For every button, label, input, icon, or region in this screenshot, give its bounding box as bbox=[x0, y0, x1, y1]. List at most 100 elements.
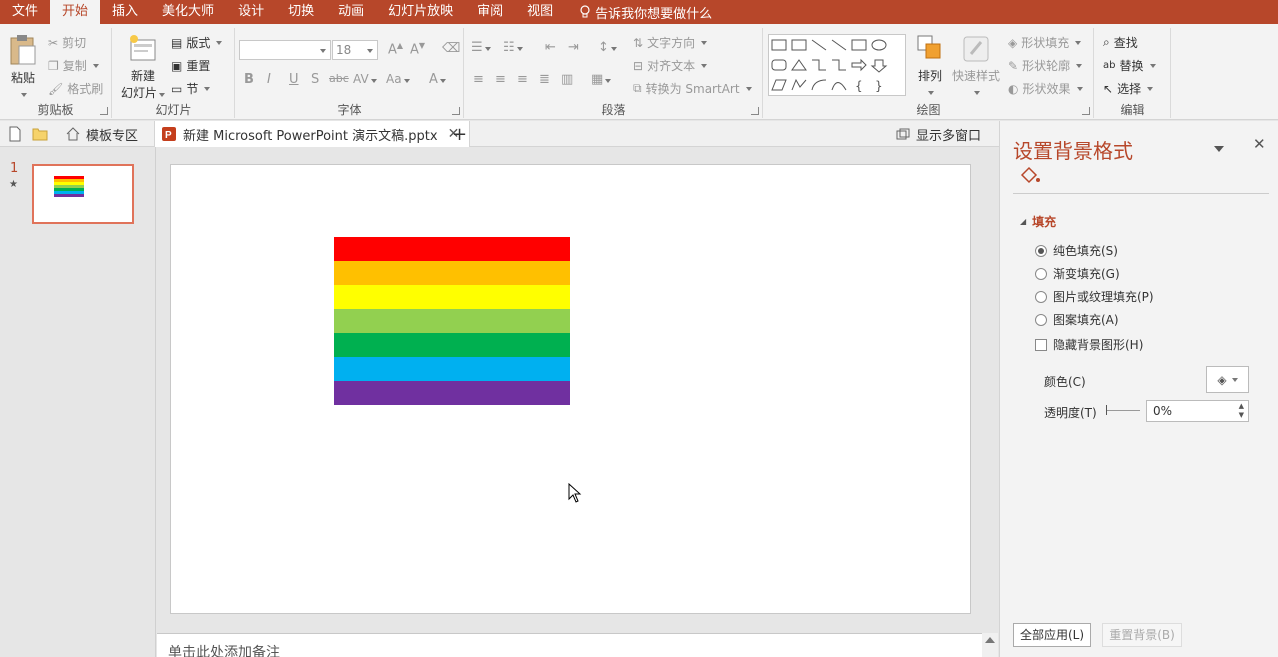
bold-button[interactable]: B bbox=[244, 72, 254, 87]
pattern-fill-radio[interactable] bbox=[1035, 313, 1047, 326]
add-tab-icon[interactable]: + bbox=[446, 121, 473, 147]
grow-font-button[interactable]: A▲ bbox=[388, 41, 403, 57]
format-painter-button[interactable]: 🖌 格式刷 bbox=[48, 80, 103, 97]
spinner-arrows-icon[interactable]: ▲ ▼ bbox=[1239, 402, 1244, 420]
apply-all-button[interactable]: 全部应用(L) bbox=[1013, 623, 1091, 647]
shape-outline-button[interactable]: ✎ 形状轮廓 bbox=[1008, 57, 1083, 74]
slide-stripe-5[interactable] bbox=[334, 333, 570, 357]
copy-button[interactable]: ❐ 复制 bbox=[48, 57, 99, 74]
vertical-scrollbar[interactable] bbox=[982, 633, 998, 657]
shape-effects-button[interactable]: ◐ 形状效果 bbox=[1008, 80, 1083, 97]
menu-design[interactable]: 设计 bbox=[226, 0, 276, 24]
slide-stripe-6[interactable] bbox=[334, 357, 570, 381]
menu-view[interactable]: 视图 bbox=[515, 0, 565, 24]
tell-me-box[interactable]: 告诉我你想要做什么 bbox=[565, 3, 712, 22]
transparency-slider[interactable] bbox=[1106, 403, 1140, 417]
char-spacing-button[interactable]: AV bbox=[353, 72, 377, 86]
clipboard-launcher-icon[interactable] bbox=[100, 107, 108, 115]
rainbow-rectangles[interactable] bbox=[334, 237, 570, 405]
paste-button[interactable]: 粘贴 bbox=[6, 34, 40, 100]
slide-stripe-2[interactable] bbox=[334, 261, 570, 285]
notes-area[interactable]: 单击此处添加备注 bbox=[157, 633, 982, 657]
slide-stripe-1[interactable] bbox=[334, 237, 570, 261]
shapes-gallery[interactable]: {} bbox=[768, 34, 906, 96]
hide-bg-graphics-option[interactable]: 隐藏背景图形(H) bbox=[1035, 336, 1143, 353]
justify-icon[interactable]: ≣ bbox=[539, 72, 550, 87]
slide-stripe-4[interactable] bbox=[334, 309, 570, 333]
align-center-icon[interactable]: ≡ bbox=[495, 72, 506, 87]
decrease-indent-icon[interactable]: ⇤ bbox=[545, 40, 556, 55]
line-spacing-icon[interactable]: ↕ bbox=[598, 40, 617, 55]
menu-transitions[interactable]: 切换 bbox=[276, 0, 326, 24]
menu-insert[interactable]: 插入 bbox=[100, 0, 150, 24]
shape-fill-button[interactable]: ◈ 形状填充 bbox=[1008, 34, 1082, 51]
reset-background-button[interactable]: 重置背景(B) bbox=[1102, 623, 1182, 647]
quick-styles-button[interactable]: 快速样式 bbox=[950, 34, 1002, 98]
reset-button[interactable]: ▣ 重置 bbox=[171, 57, 210, 74]
drawing-launcher-icon[interactable] bbox=[1082, 107, 1090, 115]
select-button[interactable]: ↖ 选择 bbox=[1103, 80, 1154, 97]
font-name-combo[interactable] bbox=[239, 40, 331, 60]
tab-document[interactable]: P 新建 Microsoft PowerPoint 演示文稿.pptx ✕ bbox=[154, 121, 470, 147]
align-left-icon[interactable]: ≡ bbox=[473, 72, 484, 87]
increase-indent-icon[interactable]: ⇥ bbox=[568, 40, 579, 55]
numbering-icon[interactable]: ☷ bbox=[503, 40, 523, 55]
cut-button[interactable]: ✂ 剪切 bbox=[48, 34, 86, 51]
font-color-button[interactable]: A bbox=[429, 72, 446, 87]
new-slide-button[interactable]: 新建 幻灯片 bbox=[117, 34, 169, 101]
section-button[interactable]: ▭ 节 bbox=[171, 80, 211, 97]
shadow-button[interactable]: S bbox=[311, 72, 319, 87]
align-text-button[interactable]: ⊟ 对齐文本 bbox=[633, 57, 708, 74]
menu-file[interactable]: 文件 bbox=[0, 0, 50, 24]
scroll-up-icon[interactable] bbox=[985, 637, 995, 643]
color-picker-button[interactable]: ◈ bbox=[1206, 366, 1249, 393]
font-launcher-icon[interactable] bbox=[452, 107, 460, 115]
paint-bucket-icon: ◈ bbox=[1217, 372, 1227, 387]
solid-fill-radio[interactable] bbox=[1035, 244, 1047, 257]
change-case-button[interactable]: Aa bbox=[386, 72, 410, 86]
menu-beautify[interactable]: 美化大师 bbox=[150, 0, 226, 24]
slide-canvas[interactable] bbox=[170, 164, 971, 614]
replace-button[interactable]: ab 替换 bbox=[1103, 57, 1156, 74]
strikethrough-button[interactable]: abc bbox=[329, 72, 349, 85]
menu-review[interactable]: 审阅 bbox=[465, 0, 515, 24]
underline-button[interactable]: U bbox=[289, 72, 299, 87]
fill-bucket-icon[interactable] bbox=[1018, 165, 1042, 187]
gradient-fill-radio[interactable] bbox=[1035, 267, 1047, 280]
hide-bg-graphics-checkbox[interactable] bbox=[1035, 338, 1047, 351]
tab-template-zone[interactable]: 模板专区 bbox=[60, 121, 144, 147]
new-document-icon[interactable] bbox=[2, 121, 28, 147]
smartart-button[interactable]: ⧉ 转换为 SmartArt bbox=[633, 80, 752, 97]
pane-close-icon[interactable]: ✕ bbox=[1253, 135, 1266, 153]
multi-window-button[interactable]: 显示多窗口 bbox=[890, 121, 987, 147]
italic-button[interactable]: I bbox=[267, 72, 271, 87]
bullets-icon[interactable]: ☰ bbox=[471, 40, 491, 55]
clear-format-icon[interactable]: ⌫ bbox=[442, 41, 460, 56]
layout-button[interactable]: ▤ 版式 bbox=[171, 34, 223, 51]
menu-slideshow[interactable]: 幻灯片放映 bbox=[376, 0, 465, 24]
align-right-icon[interactable]: ≡ bbox=[517, 72, 528, 87]
slide-stripe-3[interactable] bbox=[334, 285, 570, 309]
gradient-fill-option[interactable]: 渐变填充(G) bbox=[1035, 265, 1120, 282]
arrange-button[interactable]: 排列 bbox=[912, 34, 948, 98]
picture-fill-option[interactable]: 图片或纹理填充(P) bbox=[1035, 288, 1154, 305]
find-button[interactable]: ⌕ 查找 bbox=[1103, 34, 1138, 51]
text-direction-button[interactable]: ⇅ 文字方向 bbox=[633, 34, 708, 51]
slide-thumbnail[interactable] bbox=[32, 164, 134, 224]
menu-animations[interactable]: 动画 bbox=[326, 0, 376, 24]
picture-fill-radio[interactable] bbox=[1035, 290, 1047, 303]
distribute-icon[interactable]: ▥ bbox=[561, 72, 573, 87]
pattern-fill-option[interactable]: 图案填充(A) bbox=[1035, 311, 1119, 328]
pane-options-icon[interactable] bbox=[1212, 141, 1224, 155]
shrink-font-button[interactable]: A▼ bbox=[410, 41, 425, 57]
open-folder-icon[interactable] bbox=[26, 121, 54, 147]
font-size-combo[interactable]: 18 bbox=[332, 40, 378, 60]
tab-document-label: 新建 Microsoft PowerPoint 演示文稿.pptx bbox=[183, 128, 438, 144]
fill-section-header[interactable]: ◢ 填充 bbox=[1020, 213, 1056, 230]
paragraph-launcher-icon[interactable] bbox=[751, 107, 759, 115]
columns-icon[interactable]: ▦ bbox=[591, 72, 612, 87]
slide-stripe-7[interactable] bbox=[334, 381, 570, 405]
transparency-spinner[interactable]: 0% ▲ ▼ bbox=[1146, 400, 1249, 422]
solid-fill-option[interactable]: 纯色填充(S) bbox=[1035, 242, 1118, 259]
menu-home[interactable]: 开始 bbox=[50, 0, 101, 24]
